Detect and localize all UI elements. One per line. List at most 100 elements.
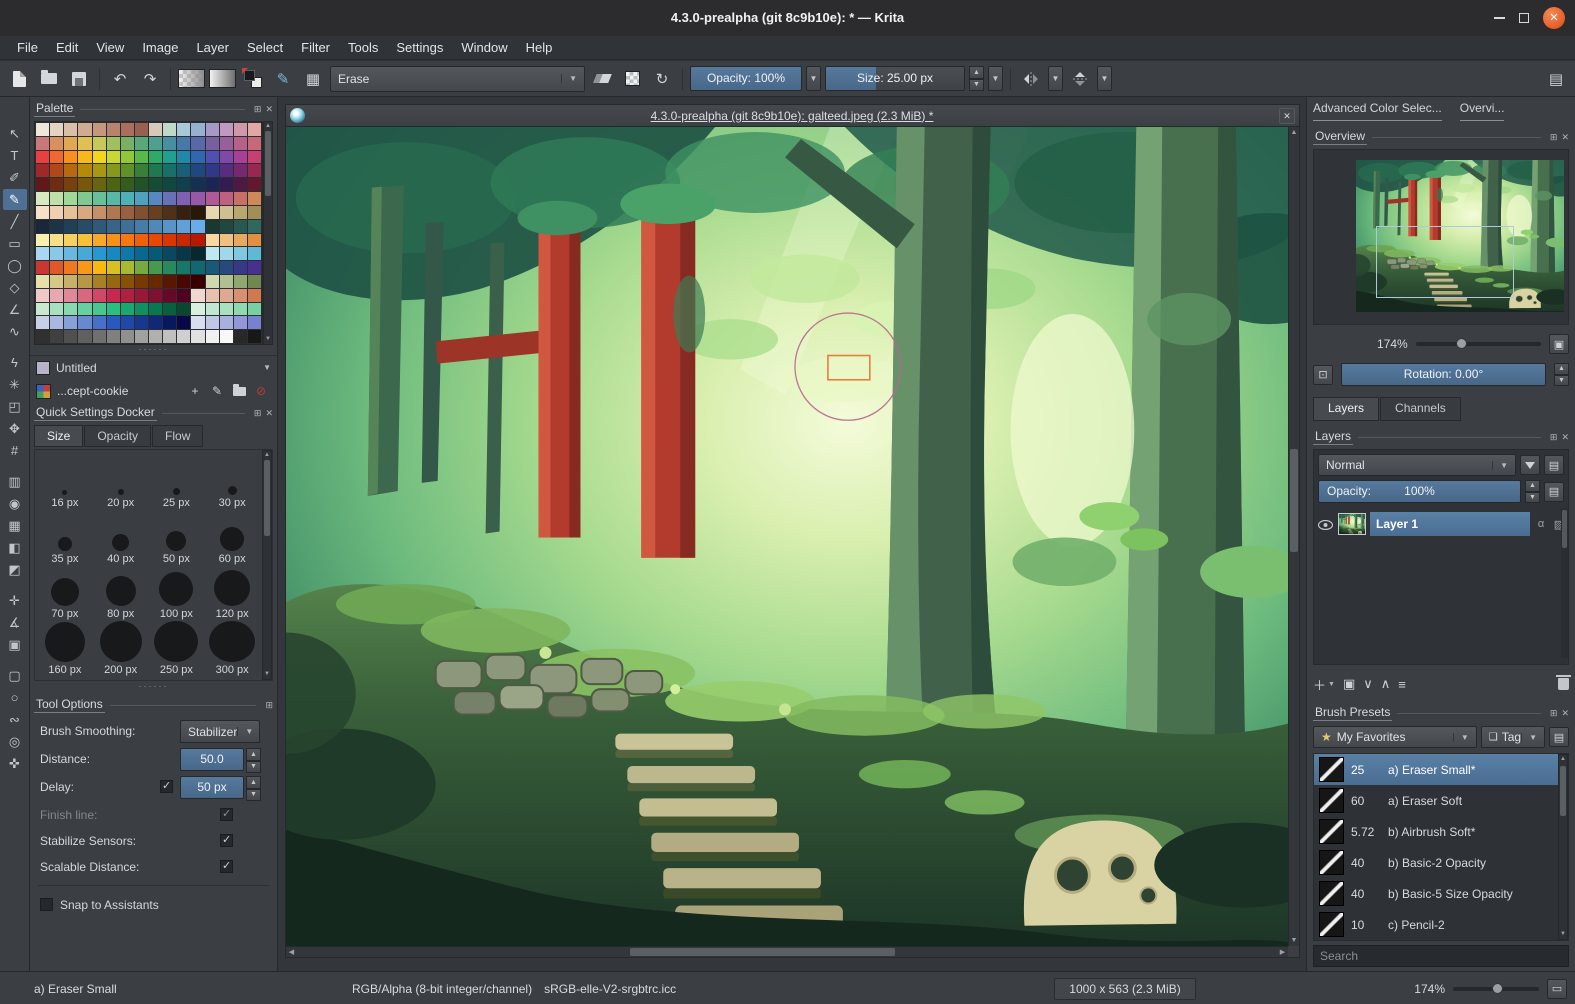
document-close-button[interactable]: ✕ bbox=[1279, 107, 1295, 124]
gradient-chooser-button[interactable] bbox=[178, 66, 205, 92]
palette-swatch[interactable] bbox=[163, 136, 177, 150]
palette-swatch[interactable] bbox=[120, 123, 134, 136]
palette-swatch[interactable] bbox=[50, 164, 64, 178]
palette-swatch[interactable] bbox=[149, 205, 163, 219]
scroll-up-icon[interactable]: ▲ bbox=[1559, 755, 1567, 764]
palette-swatch[interactable] bbox=[191, 330, 205, 343]
palette-swatch[interactable] bbox=[219, 150, 233, 164]
favorites-dropdown[interactable]: ★ My Favorites ▼ bbox=[1313, 726, 1477, 748]
layer-opacity-slider[interactable]: Opacity: 100% bbox=[1318, 480, 1521, 503]
palette-swatch[interactable] bbox=[134, 164, 148, 178]
size-scrollbar[interactable]: ▲ ▼ bbox=[262, 450, 272, 680]
palette-swatch[interactable] bbox=[92, 330, 106, 343]
brush-size-option[interactable]: 100 px bbox=[149, 565, 205, 620]
float-docker-icon[interactable]: ⊞ bbox=[254, 104, 262, 115]
float-docker-icon[interactable]: ⊞ bbox=[1550, 432, 1558, 443]
tool-rectangle[interactable]: ▭ bbox=[3, 233, 27, 254]
palette-swatch[interactable] bbox=[149, 164, 163, 178]
status-zoom-slider[interactable] bbox=[1453, 982, 1539, 994]
pattern-chooser-button[interactable] bbox=[209, 66, 236, 92]
palette-swatch[interactable] bbox=[247, 247, 261, 261]
float-docker-icon[interactable]: ⊞ bbox=[265, 700, 273, 711]
snap-to-assistants-checkbox[interactable] bbox=[40, 898, 53, 911]
tool-zoom[interactable]: ◎ bbox=[3, 731, 27, 752]
menu-item-edit[interactable]: Edit bbox=[47, 36, 87, 60]
close-docker-icon[interactable]: ✕ bbox=[1561, 432, 1569, 443]
palette-swatch[interactable] bbox=[134, 178, 148, 192]
palette-swatch[interactable] bbox=[120, 302, 134, 316]
tool-line[interactable]: ╱ bbox=[3, 211, 27, 232]
palette-swatch[interactable] bbox=[205, 330, 219, 343]
tool-enclose-fill[interactable]: ◩ bbox=[3, 559, 27, 580]
new-document-button[interactable] bbox=[6, 66, 32, 92]
palette-swatch[interactable] bbox=[64, 233, 78, 247]
palette-swatch[interactable] bbox=[134, 274, 148, 288]
brush-size-option[interactable]: 35 px bbox=[37, 510, 93, 565]
palette-swatch[interactable] bbox=[92, 164, 106, 178]
opacity-slider[interactable]: Opacity: 100% bbox=[690, 66, 802, 91]
brush-size-option[interactable]: 30 px bbox=[204, 454, 260, 509]
float-docker-icon[interactable]: ⊞ bbox=[254, 408, 262, 419]
palette-swatch[interactable] bbox=[50, 274, 64, 288]
palette-swatch[interactable] bbox=[78, 316, 92, 330]
fg-bg-color-button[interactable] bbox=[240, 66, 266, 92]
tool-select-shapes[interactable]: ↖ bbox=[3, 123, 27, 144]
zoom-slider-knob[interactable] bbox=[1455, 338, 1467, 349]
palette-swatch[interactable] bbox=[149, 330, 163, 343]
palette-swatch[interactable] bbox=[92, 288, 106, 302]
palette-swatch[interactable] bbox=[36, 136, 50, 150]
palette-swatch[interactable] bbox=[219, 261, 233, 274]
palette-swatch[interactable] bbox=[78, 302, 92, 316]
tag-button[interactable]: ❑ Tag ▼ bbox=[1480, 726, 1545, 748]
tool-text[interactable]: T bbox=[3, 145, 27, 166]
tab-advanced-color-selector[interactable]: Advanced Color Selec... bbox=[1313, 101, 1442, 121]
palette-swatch[interactable] bbox=[177, 302, 191, 316]
palette-swatch[interactable] bbox=[247, 192, 261, 205]
palette-swatch[interactable] bbox=[233, 205, 247, 219]
palette-swatch[interactable] bbox=[134, 247, 148, 261]
close-docker-icon[interactable]: ✕ bbox=[265, 408, 273, 419]
palette-swatch[interactable] bbox=[78, 178, 92, 192]
close-docker-icon[interactable]: ✕ bbox=[1561, 708, 1569, 719]
tool-transform[interactable]: ◰ bbox=[3, 396, 27, 417]
tool-color-sampler[interactable]: ◉ bbox=[3, 493, 27, 514]
palette-swatch[interactable] bbox=[163, 192, 177, 205]
preserve-alpha-button[interactable] bbox=[619, 66, 645, 92]
palette-swatch[interactable] bbox=[163, 288, 177, 302]
palette-swatch[interactable] bbox=[64, 261, 78, 274]
scroll-up-icon[interactable]: ▲ bbox=[263, 451, 271, 460]
palette-swatch[interactable] bbox=[106, 302, 120, 316]
palette-swatch[interactable] bbox=[205, 178, 219, 192]
tool-gradient[interactable]: ▥ bbox=[3, 471, 27, 492]
size-spinner[interactable]: ▲ ▼ bbox=[969, 66, 984, 91]
palette-swatch[interactable] bbox=[233, 302, 247, 316]
delay-checkbox[interactable] bbox=[160, 779, 173, 793]
palette-swatch[interactable] bbox=[92, 302, 106, 316]
palette-swatch[interactable] bbox=[177, 233, 191, 247]
fit-page-button[interactable]: ▣ bbox=[1549, 334, 1569, 354]
palette-swatch[interactable] bbox=[233, 288, 247, 302]
palette-swatch[interactable] bbox=[134, 205, 148, 219]
palette-swatch[interactable] bbox=[120, 178, 134, 192]
layer-name[interactable]: Layer 1 bbox=[1370, 512, 1530, 536]
scroll-down-icon[interactable]: ▼ bbox=[263, 670, 271, 679]
palette-swatch[interactable] bbox=[163, 219, 177, 233]
palette-swatch[interactable] bbox=[134, 261, 148, 274]
palette-swatch[interactable] bbox=[163, 274, 177, 288]
menu-item-view[interactable]: View bbox=[87, 36, 133, 60]
tab-flow[interactable]: Flow bbox=[152, 425, 204, 447]
palette-swatch[interactable] bbox=[36, 316, 50, 330]
palette-swatch[interactable] bbox=[191, 288, 205, 302]
tool-pan[interactable]: ✜ bbox=[3, 753, 27, 774]
palette-swatch[interactable] bbox=[120, 219, 134, 233]
mirror-vertical-button[interactable] bbox=[1067, 66, 1093, 92]
palette-swatch[interactable] bbox=[120, 274, 134, 288]
brush-size-option[interactable]: 40 px bbox=[93, 510, 149, 565]
scroll-left-icon[interactable]: ◀ bbox=[286, 947, 297, 957]
palette-swatch[interactable] bbox=[50, 136, 64, 150]
palette-swatch[interactable] bbox=[233, 274, 247, 288]
duplicate-layer-button[interactable]: ▣ bbox=[1343, 676, 1355, 692]
palette-swatch[interactable] bbox=[50, 288, 64, 302]
brush-size-option[interactable]: 25 px bbox=[149, 454, 205, 509]
palette-swatch[interactable] bbox=[78, 247, 92, 261]
